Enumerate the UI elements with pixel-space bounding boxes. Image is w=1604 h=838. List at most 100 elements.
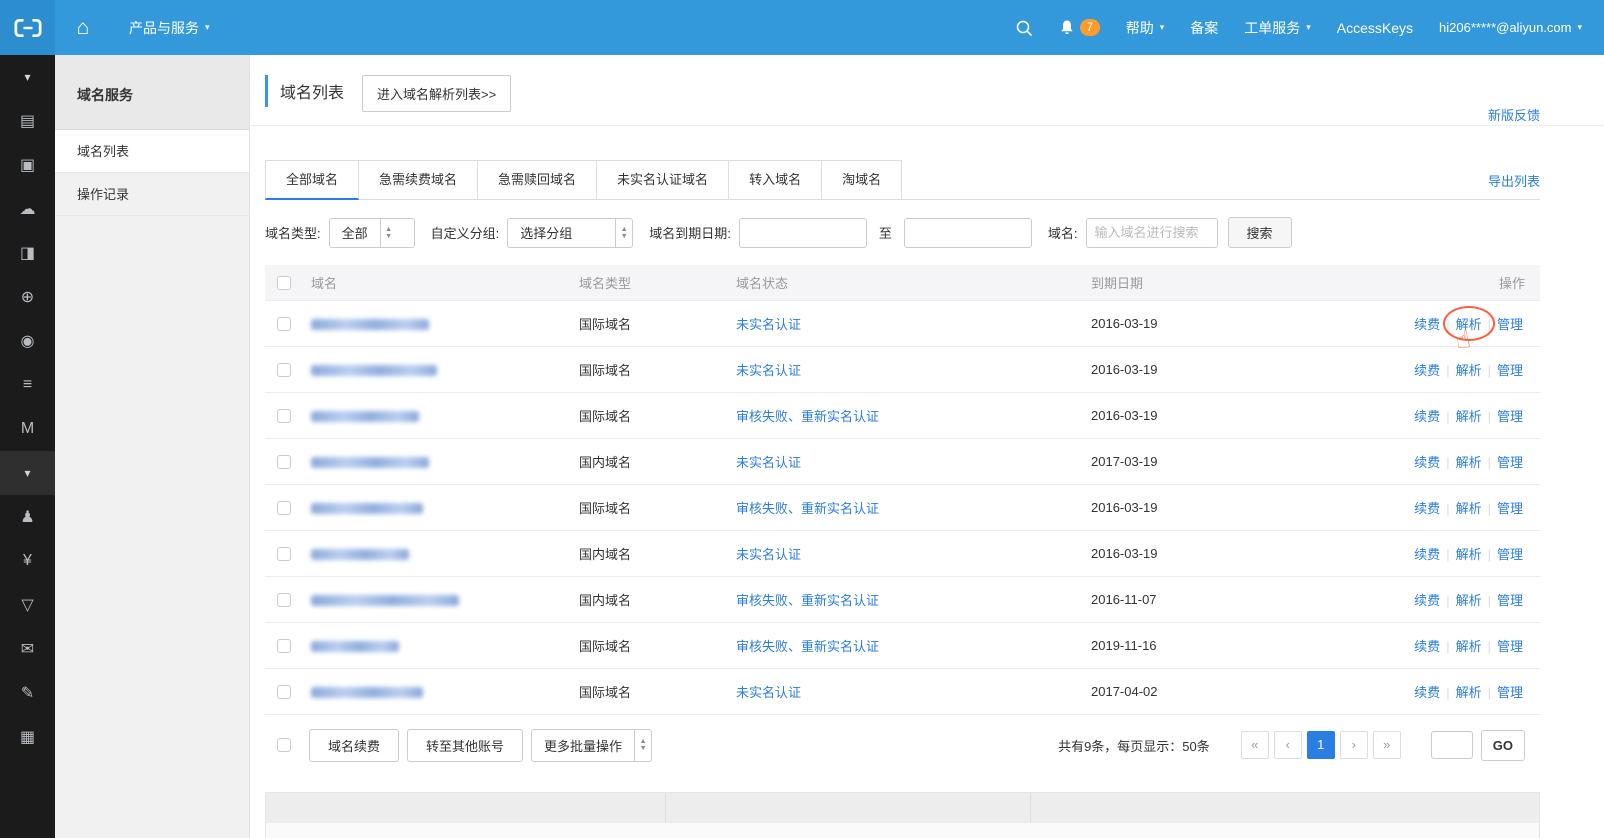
select-all-checkbox[interactable] (277, 276, 291, 290)
resolve-link[interactable]: 解析 (1456, 363, 1482, 378)
domain-status-link[interactable]: 未实名认证 (736, 455, 801, 470)
tab-item[interactable]: 未实名认证域名 (597, 160, 729, 200)
server-rack-icon[interactable]: ≡ (0, 363, 55, 407)
domain-name-redacted[interactable] (311, 319, 429, 330)
account-menu[interactable]: hi206*****@aliyun.com ▾ (1439, 20, 1582, 35)
current-page-button[interactable]: 1 (1307, 731, 1335, 759)
manage-link[interactable]: 管理 (1497, 639, 1523, 654)
domain-status-link[interactable]: 审核失败、重新实名认证 (736, 593, 879, 608)
renew-domains-button[interactable]: 域名续费 (309, 729, 399, 762)
renew-link[interactable]: 续费 (1414, 409, 1440, 424)
collapse-chevron-icon[interactable]: ▾ (0, 55, 55, 99)
row-checkbox[interactable] (277, 363, 291, 377)
mail-icon[interactable]: ✉ (0, 627, 55, 671)
globe-icon[interactable]: ⊕ (0, 275, 55, 319)
domain-type-select[interactable]: 全部 ▲▼ (329, 218, 415, 248)
row-checkbox[interactable] (277, 593, 291, 607)
renew-link[interactable]: 续费 (1414, 593, 1440, 608)
expiry-date-from-input[interactable] (739, 218, 867, 248)
row-checkbox[interactable] (277, 501, 291, 515)
notifications-button[interactable]: 7 (1059, 19, 1100, 36)
tab-item[interactable]: 急需续费域名 (359, 160, 478, 200)
manage-link[interactable]: 管理 (1497, 455, 1523, 470)
edit-icon[interactable]: ✎ (0, 671, 55, 715)
cloud-storage-icon[interactable]: ◨ (0, 231, 55, 275)
domain-name-redacted[interactable] (311, 365, 437, 376)
manage-link[interactable]: 管理 (1497, 547, 1523, 562)
domain-status-link[interactable]: 审核失败、重新实名认证 (736, 409, 879, 424)
aliyun-logo[interactable] (0, 0, 55, 55)
last-page-button[interactable]: » (1373, 731, 1401, 759)
next-page-button[interactable]: › (1340, 731, 1368, 759)
manage-link[interactable]: 管理 (1497, 501, 1523, 516)
section-chevron-icon[interactable]: ▾ (0, 451, 55, 495)
row-checkbox[interactable] (277, 685, 291, 699)
row-checkbox[interactable] (277, 547, 291, 561)
manage-link[interactable]: 管理 (1497, 593, 1523, 608)
resolve-link[interactable]: 解析 (1456, 455, 1482, 470)
domain-status-link[interactable]: 审核失败、重新实名认证 (736, 501, 879, 516)
renew-link[interactable]: 续费 (1414, 501, 1440, 516)
manage-link[interactable]: 管理 (1497, 685, 1523, 700)
row-checkbox[interactable] (277, 639, 291, 653)
cloud-upload-icon[interactable]: ☁ (0, 187, 55, 231)
expiry-date-to-input[interactable] (904, 218, 1032, 248)
domain-name-redacted[interactable] (311, 687, 423, 698)
domain-status-link[interactable]: 未实名认证 (736, 317, 801, 332)
goto-page-input[interactable] (1431, 731, 1473, 759)
accesskeys-link[interactable]: AccessKeys (1337, 20, 1413, 36)
image-service-icon[interactable]: ▣ (0, 143, 55, 187)
flask-icon[interactable]: ▽ (0, 583, 55, 627)
tab-item[interactable]: 淘域名 (822, 160, 902, 200)
resolve-link[interactable]: 解析 (1456, 317, 1482, 332)
tab-item[interactable]: 转入域名 (729, 160, 822, 200)
m-service-icon[interactable]: M (0, 407, 55, 451)
domain-search-input[interactable] (1086, 218, 1218, 248)
sidebar-item-domain-list[interactable]: 域名列表 (55, 130, 249, 173)
footer-select-all-checkbox[interactable] (277, 738, 291, 752)
billing-icon[interactable]: ¥ (0, 539, 55, 583)
renew-link[interactable]: 续费 (1414, 317, 1440, 332)
row-checkbox[interactable] (277, 409, 291, 423)
resolve-link[interactable]: 解析 (1456, 593, 1482, 608)
prev-page-button[interactable]: ‹ (1274, 731, 1302, 759)
tickets-menu[interactable]: 工单服务 ▾ (1244, 18, 1311, 38)
feedback-link[interactable]: 新版反馈 (1488, 105, 1540, 124)
dns-icon[interactable]: ◉ (0, 319, 55, 363)
user-icon[interactable]: ♟ (0, 495, 55, 539)
sidebar-item-operation-log[interactable]: 操作记录 (55, 173, 249, 216)
domain-status-link[interactable]: 审核失败、重新实名认证 (736, 639, 879, 654)
resolve-link[interactable]: 解析 (1456, 685, 1482, 700)
tab-item[interactable]: 全部域名 (265, 160, 359, 200)
resolve-link[interactable]: 解析 (1456, 409, 1482, 424)
renew-link[interactable]: 续费 (1414, 363, 1440, 378)
tab-item[interactable]: 急需赎回域名 (478, 160, 597, 200)
go-button[interactable]: GO (1481, 730, 1525, 761)
row-checkbox[interactable] (277, 455, 291, 469)
group-select[interactable]: 选择分组 ▲▼ (507, 218, 633, 248)
domain-name-redacted[interactable] (311, 503, 423, 514)
first-page-button[interactable]: « (1241, 731, 1269, 759)
resolve-link[interactable]: 解析 (1456, 547, 1482, 562)
domain-name-redacted[interactable] (311, 457, 429, 468)
domain-name-redacted[interactable] (311, 595, 459, 606)
help-menu[interactable]: 帮助 ▾ (1126, 18, 1165, 38)
resolve-link[interactable]: 解析 (1456, 501, 1482, 516)
domain-status-link[interactable]: 未实名认证 (736, 685, 801, 700)
manage-link[interactable]: 管理 (1497, 363, 1523, 378)
row-checkbox[interactable] (277, 317, 291, 331)
beian-link[interactable]: 备案 (1190, 18, 1218, 38)
domain-status-link[interactable]: 未实名认证 (736, 547, 801, 562)
domain-name-redacted[interactable] (311, 549, 409, 560)
products-menu[interactable]: 产品与服务 ▾ (111, 0, 228, 55)
goto-dns-list-button[interactable]: 进入域名解析列表>> (362, 75, 511, 112)
home-icon[interactable]: ⌂ (55, 0, 111, 55)
server-icon[interactable]: ▤ (0, 99, 55, 143)
export-list-link[interactable]: 导出列表 (1488, 171, 1540, 190)
search-button[interactable]: 搜索 (1228, 217, 1292, 248)
transfer-account-button[interactable]: 转至其他账号 (407, 729, 523, 762)
search-icon[interactable] (1015, 19, 1033, 37)
renew-link[interactable]: 续费 (1414, 455, 1440, 470)
batch-actions-select[interactable]: 更多批量操作 ▲▼ (531, 729, 652, 762)
renew-link[interactable]: 续费 (1414, 639, 1440, 654)
